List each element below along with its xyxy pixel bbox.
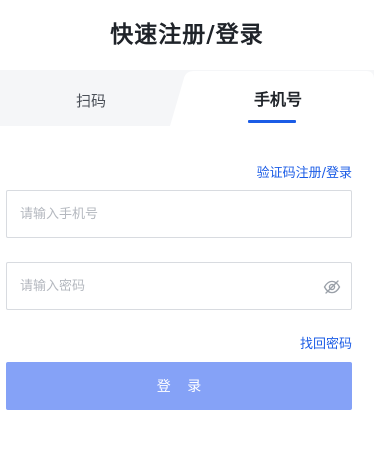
eye-off-icon[interactable] [323,278,341,296]
login-tabs: 扫码 手机号 [0,70,374,126]
password-field-wrapper [6,262,352,310]
page-title: 快速注册/登录 [110,22,264,48]
password-input[interactable] [7,263,351,309]
login-button[interactable]: 登 录 [6,362,352,410]
tab-phone[interactable]: 手机号 [182,70,374,126]
phone-field-wrapper [6,190,352,238]
active-tab-indicator [248,120,296,123]
login-page: 快速注册/登录 扫码 手机号 验证码注册/登录 找回密码 登 录 [0,0,374,467]
sms-register-link[interactable]: 验证码注册/登录 [257,162,352,181]
phone-input[interactable] [7,191,351,237]
forgot-password-link[interactable]: 找回密码 [300,333,352,352]
tab-scan[interactable]: 扫码 [0,70,182,126]
